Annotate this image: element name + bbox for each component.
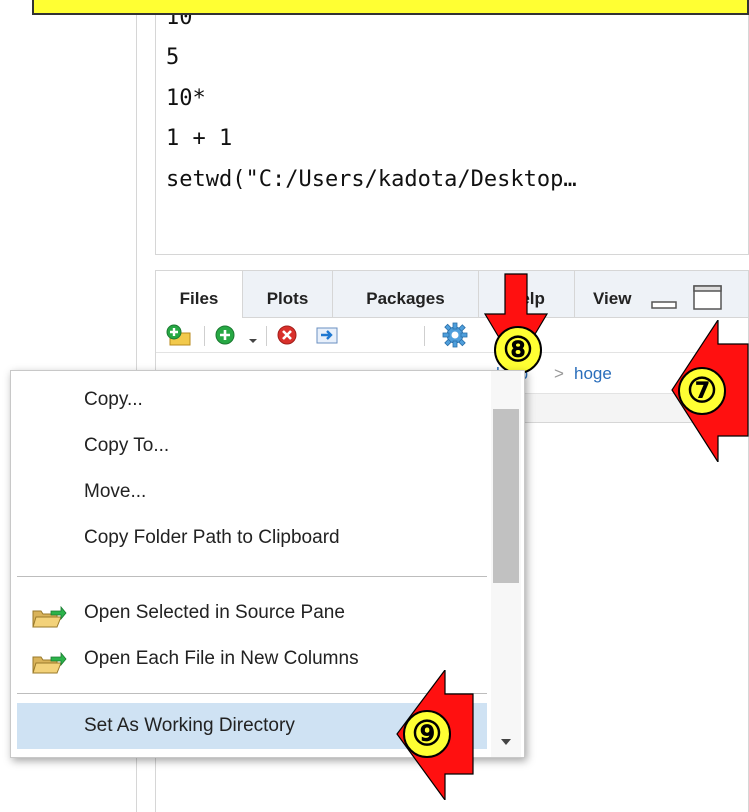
folder-open-icon xyxy=(31,647,67,674)
callout-9: ⑨ xyxy=(393,668,475,805)
maximize-icon[interactable] xyxy=(693,285,723,311)
scrollbar-thumb[interactable] xyxy=(493,409,519,583)
console-line: setwd("C:/Users/kadota/Desktop… xyxy=(166,167,577,192)
new-blank-file-icon[interactable] xyxy=(214,324,236,346)
menu-item-move[interactable]: Move... xyxy=(11,469,489,515)
folder-open-icon xyxy=(31,601,67,628)
dropdown-arrow-icon[interactable] xyxy=(248,332,258,343)
files-toolbar xyxy=(156,318,748,353)
console-line: 5 xyxy=(166,45,180,70)
yellow-banner xyxy=(32,0,749,15)
menu-item-copy-to[interactable]: Copy To... xyxy=(11,423,489,469)
tab-viewer[interactable]: View xyxy=(575,271,645,317)
callout-7: ⑦ xyxy=(668,317,749,467)
scroll-down-arrow-icon[interactable] xyxy=(500,733,512,745)
console-line: 10 xyxy=(166,15,193,30)
toolbar-separator xyxy=(266,326,267,346)
menu-separator xyxy=(17,576,487,577)
tab-plots[interactable]: Plots xyxy=(243,271,333,317)
console-line: 1 + 1 xyxy=(166,126,233,151)
menu-scrollbar[interactable] xyxy=(491,371,521,757)
callout-9-label: ⑨ xyxy=(403,710,451,758)
menu-item-open-in-source[interactable]: Open Selected in Source Pane xyxy=(11,590,489,636)
callout-7-label: ⑦ xyxy=(678,367,726,415)
menu-item-copy[interactable]: Copy... xyxy=(11,377,489,423)
toolbar-separator xyxy=(424,326,425,346)
toolbar-separator xyxy=(204,326,205,346)
rename-icon[interactable] xyxy=(314,324,340,346)
breadcrumb-separator: > xyxy=(554,364,564,383)
new-folder-icon[interactable] xyxy=(166,323,192,347)
gear-icon[interactable] xyxy=(442,322,468,348)
delete-icon[interactable] xyxy=(276,324,298,346)
tab-files[interactable]: Files xyxy=(156,271,243,318)
menu-item-copy-folder-path[interactable]: Copy Folder Path to Clipboard xyxy=(11,515,489,561)
minimize-icon[interactable] xyxy=(651,295,677,309)
breadcrumb-hoge-link[interactable]: hoge xyxy=(574,364,612,384)
tab-packages[interactable]: Packages xyxy=(333,271,479,317)
callout-8-label: ⑧ xyxy=(494,326,542,374)
pane-tab-bar: Files Plots Packages Help View xyxy=(156,271,748,318)
console-line: 10* xyxy=(166,86,206,111)
console-pane[interactable]: 10 5 10* 1 + 1 setwd("C:/Users/kadota/De… xyxy=(155,15,749,255)
